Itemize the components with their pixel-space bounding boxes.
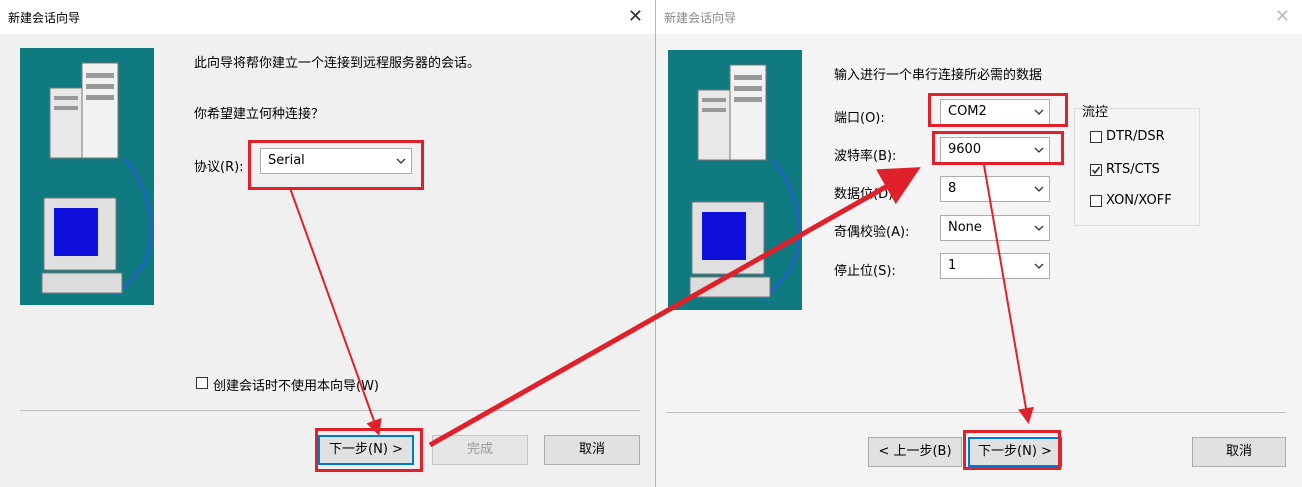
chevron-down-icon: [1034, 147, 1044, 153]
chevron-down-icon: [1034, 109, 1044, 115]
baud-value: 9600: [948, 142, 982, 157]
back-button[interactable]: < 上一步(B): [868, 437, 962, 467]
finish-button[interactable]: 完成: [432, 435, 528, 465]
server-computer-icon: [689, 64, 801, 301]
port-select[interactable]: COM2: [940, 99, 1050, 125]
xon-xoff-checkbox[interactable]: [1090, 195, 1102, 207]
baud-label: 波特率(B):: [834, 149, 897, 164]
dialog-title: 新建会话向导: [8, 11, 81, 25]
rts-cts-checkbox[interactable]: [1090, 164, 1102, 176]
dialog-title: 新建会话向导: [664, 11, 737, 25]
checkmark-icon: [1091, 166, 1101, 174]
intro-text: 此向导将帮你建立一个连接到远程服务器的会话。: [194, 56, 481, 71]
databits-select[interactable]: 8: [940, 176, 1050, 202]
title-bar: 新建会话向导 ✕: [0, 0, 655, 34]
new-session-wizard-dialog-protocol: 新建会话向导 ✕ 此向导将帮你建立一个连接到远程服务器的会话。 你希望建立何种连…: [0, 0, 656, 487]
chevron-down-icon: [1034, 186, 1044, 192]
port-label: 端口(O):: [834, 111, 885, 126]
databits-label: 数据位(D):: [834, 187, 898, 202]
next-button[interactable]: 下一步(N) >: [968, 437, 1062, 467]
title-bar: 新建会话向导 ✕: [656, 0, 1302, 34]
wizard-illustration: [668, 50, 802, 310]
separator: [666, 412, 1286, 413]
chevron-down-icon: [1034, 263, 1044, 269]
server-computer-icon: [41, 62, 153, 297]
wizard-illustration: [20, 48, 154, 305]
stopbits-label: 停止位(S):: [834, 264, 896, 279]
dtr-dsr-label: DTR/DSR: [1106, 129, 1165, 144]
no-wizard-checkbox[interactable]: [196, 377, 208, 389]
stopbits-select[interactable]: 1: [940, 253, 1050, 279]
separator: [20, 410, 640, 411]
heading-text: 输入进行一个串行连接所必需的数据: [834, 68, 1043, 83]
no-wizard-label: 创建会话时不使用本向导(W): [213, 379, 379, 394]
xon-xoff-label: XON/XOFF: [1106, 193, 1172, 208]
rts-cts-label: RTS/CTS: [1106, 162, 1160, 177]
baud-select[interactable]: 9600: [940, 137, 1050, 163]
new-session-wizard-dialog-serial: 新建会话向导 ✕ 输入进行一个串行连接所必需的数据 端口(O): COM2 波特…: [656, 0, 1302, 487]
databits-value: 8: [948, 181, 957, 196]
close-icon[interactable]: ✕: [1275, 6, 1290, 27]
question-text: 你希望建立何种连接？: [194, 107, 325, 122]
close-icon[interactable]: ✕: [628, 6, 643, 27]
chevron-down-icon: [396, 158, 406, 164]
dtr-dsr-checkbox[interactable]: [1090, 131, 1102, 143]
port-value: COM2: [948, 104, 987, 119]
parity-label: 奇偶校验(A):: [834, 225, 910, 240]
stopbits-value: 1: [948, 258, 957, 273]
cancel-button[interactable]: 取消: [1192, 437, 1286, 467]
protocol-label: 协议(R):: [194, 160, 244, 175]
cancel-button[interactable]: 取消: [544, 435, 640, 465]
parity-value: None: [948, 220, 982, 235]
protocol-value: Serial: [268, 153, 305, 168]
chevron-down-icon: [1034, 225, 1044, 231]
protocol-select[interactable]: Serial: [260, 148, 412, 174]
next-button[interactable]: 下一步(N) >: [318, 435, 414, 465]
parity-select[interactable]: None: [940, 215, 1050, 241]
